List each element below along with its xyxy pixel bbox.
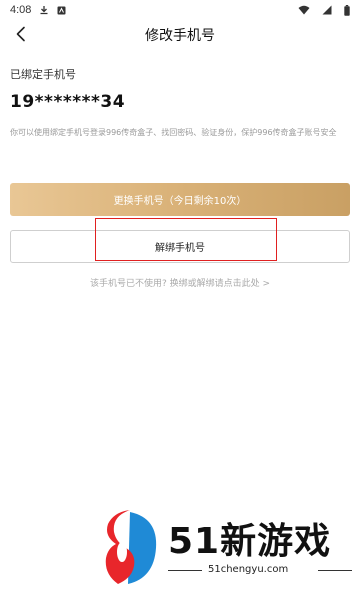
status-bar: 4:08 xyxy=(0,0,360,20)
app-icon xyxy=(57,6,66,15)
chevron-left-icon xyxy=(15,26,27,46)
unbind-phone-button[interactable]: 解绑手机号 xyxy=(10,230,350,263)
signal-icon xyxy=(322,5,332,15)
change-phone-button[interactable]: 更换手机号（今日剩余10次） xyxy=(10,183,350,216)
nav-bar: 修改手机号 xyxy=(0,20,360,50)
bound-phone-description: 你可以使用绑定手机号登录996传奇盒子、找回密码、验证身份，保护996传奇盒子账… xyxy=(10,128,337,137)
bound-phone-label: 已绑定手机号 xyxy=(10,68,76,81)
status-time: 4:08 xyxy=(10,4,32,16)
back-button[interactable] xyxy=(10,25,32,47)
help-link[interactable]: 该手机号已不使用? 换绑或解绑请点击此处 > xyxy=(0,276,360,289)
watermark-brand: 51新游戏 xyxy=(168,521,332,562)
watermark-divider-left xyxy=(168,570,202,571)
wifi-icon xyxy=(298,5,310,15)
watermark-url: 51chengyu.com xyxy=(208,564,289,575)
download-icon xyxy=(39,5,49,15)
page-title: 修改手机号 xyxy=(145,28,215,44)
watermark-divider-right xyxy=(318,570,352,571)
bound-phone-number: 19*******34 xyxy=(10,92,126,112)
watermark-logo xyxy=(100,508,160,588)
battery-icon xyxy=(344,4,350,16)
